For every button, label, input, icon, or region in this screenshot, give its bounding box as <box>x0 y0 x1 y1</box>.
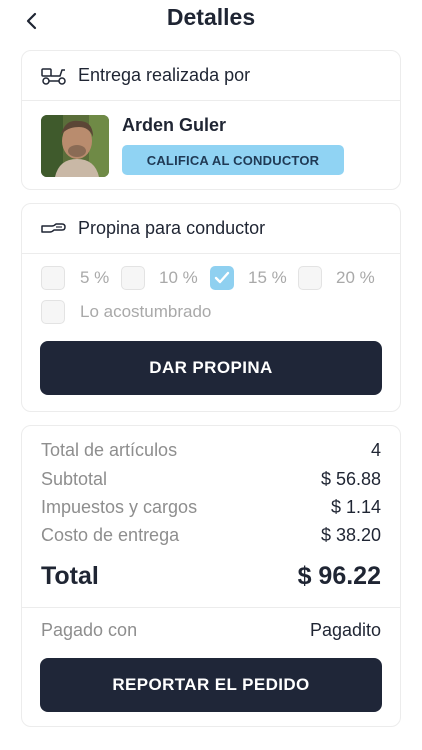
summary-row-total: Total $ 96.22 <box>41 562 381 591</box>
summary-row-subtotal: Subtotal $ 56.88 <box>41 469 381 490</box>
tip-option-label: 20 % <box>336 268 375 287</box>
subtotal-label: Subtotal <box>41 469 108 489</box>
give-tip-button[interactable]: DAR PROPINA <box>40 341 382 395</box>
driver-name: Arden Guler <box>122 115 227 135</box>
subtotal-value: $ 56.88 <box>320 469 381 489</box>
tip-option-5[interactable]: 5 % <box>41 266 109 290</box>
header-bar: Detalles <box>0 0 422 42</box>
items-label: Total de artículos <box>41 440 178 460</box>
taxes-value: $ 1.14 <box>330 497 381 517</box>
delivery-value: $ 38.20 <box>320 525 381 545</box>
driver-card-header: Entrega realizada por <box>22 51 400 101</box>
delivery-label: Costo de entrega <box>41 525 180 545</box>
tip-option-15[interactable]: 15 % <box>210 266 287 290</box>
tip-option-20[interactable]: 20 % <box>298 266 375 290</box>
order-summary-card: Total de artículos 4 Subtotal $ 56.88 Im… <box>21 425 401 727</box>
divider <box>22 607 400 608</box>
tip-card-header: Propina para conductor <box>22 204 400 254</box>
summary-row-payment: Pagado con Pagadito <box>41 620 381 641</box>
driver-section-title: Entrega realizada por <box>78 65 251 85</box>
scooter-icon <box>41 67 66 85</box>
avatar <box>41 115 109 177</box>
tip-option-custom-label: Lo acostumbrado <box>80 302 212 321</box>
tip-option-label: 15 % <box>248 268 287 287</box>
tip-option-10[interactable]: 10 % <box>121 266 198 290</box>
tip-card: Propina para conductor 5 % 10 % 15 % 20 … <box>21 203 401 412</box>
page-title: Detalles <box>166 4 256 30</box>
paid-with-value: Pagadito <box>309 620 381 640</box>
total-value: $ 96.22 <box>297 562 381 590</box>
checkbox-5[interactable] <box>41 266 65 290</box>
tip-option-custom[interactable]: Lo acostumbrado <box>41 300 211 324</box>
tip-option-label: 10 % <box>159 268 198 287</box>
total-label: Total <box>41 562 99 590</box>
checkbox-custom[interactable] <box>41 300 65 324</box>
summary-row-delivery: Costo de entrega $ 38.20 <box>41 525 381 546</box>
rate-driver-button[interactable]: CALIFICA AL CONDUCTOR <box>122 145 344 175</box>
checkbox-15[interactable] <box>210 266 234 290</box>
items-value: 4 <box>370 440 381 460</box>
report-order-button[interactable]: REPORTAR EL PEDIDO <box>40 658 382 712</box>
taxes-label: Impuestos y cargos <box>41 497 198 517</box>
driver-card: Entrega realizada por Arden Guler CALIFI… <box>21 50 401 190</box>
driver-info: Arden Guler CALIFICA AL CONDUCTOR <box>22 101 400 189</box>
hand-tip-icon <box>41 222 66 233</box>
checkbox-20[interactable] <box>298 266 322 290</box>
tip-section-title: Propina para conductor <box>78 218 266 238</box>
summary-row-items: Total de artículos 4 <box>41 440 381 461</box>
checkbox-10[interactable] <box>121 266 145 290</box>
paid-with-label: Pagado con <box>41 620 138 640</box>
check-icon <box>214 271 230 284</box>
tip-option-label: 5 % <box>80 268 110 287</box>
summary-row-taxes: Impuestos y cargos $ 1.14 <box>41 497 381 518</box>
